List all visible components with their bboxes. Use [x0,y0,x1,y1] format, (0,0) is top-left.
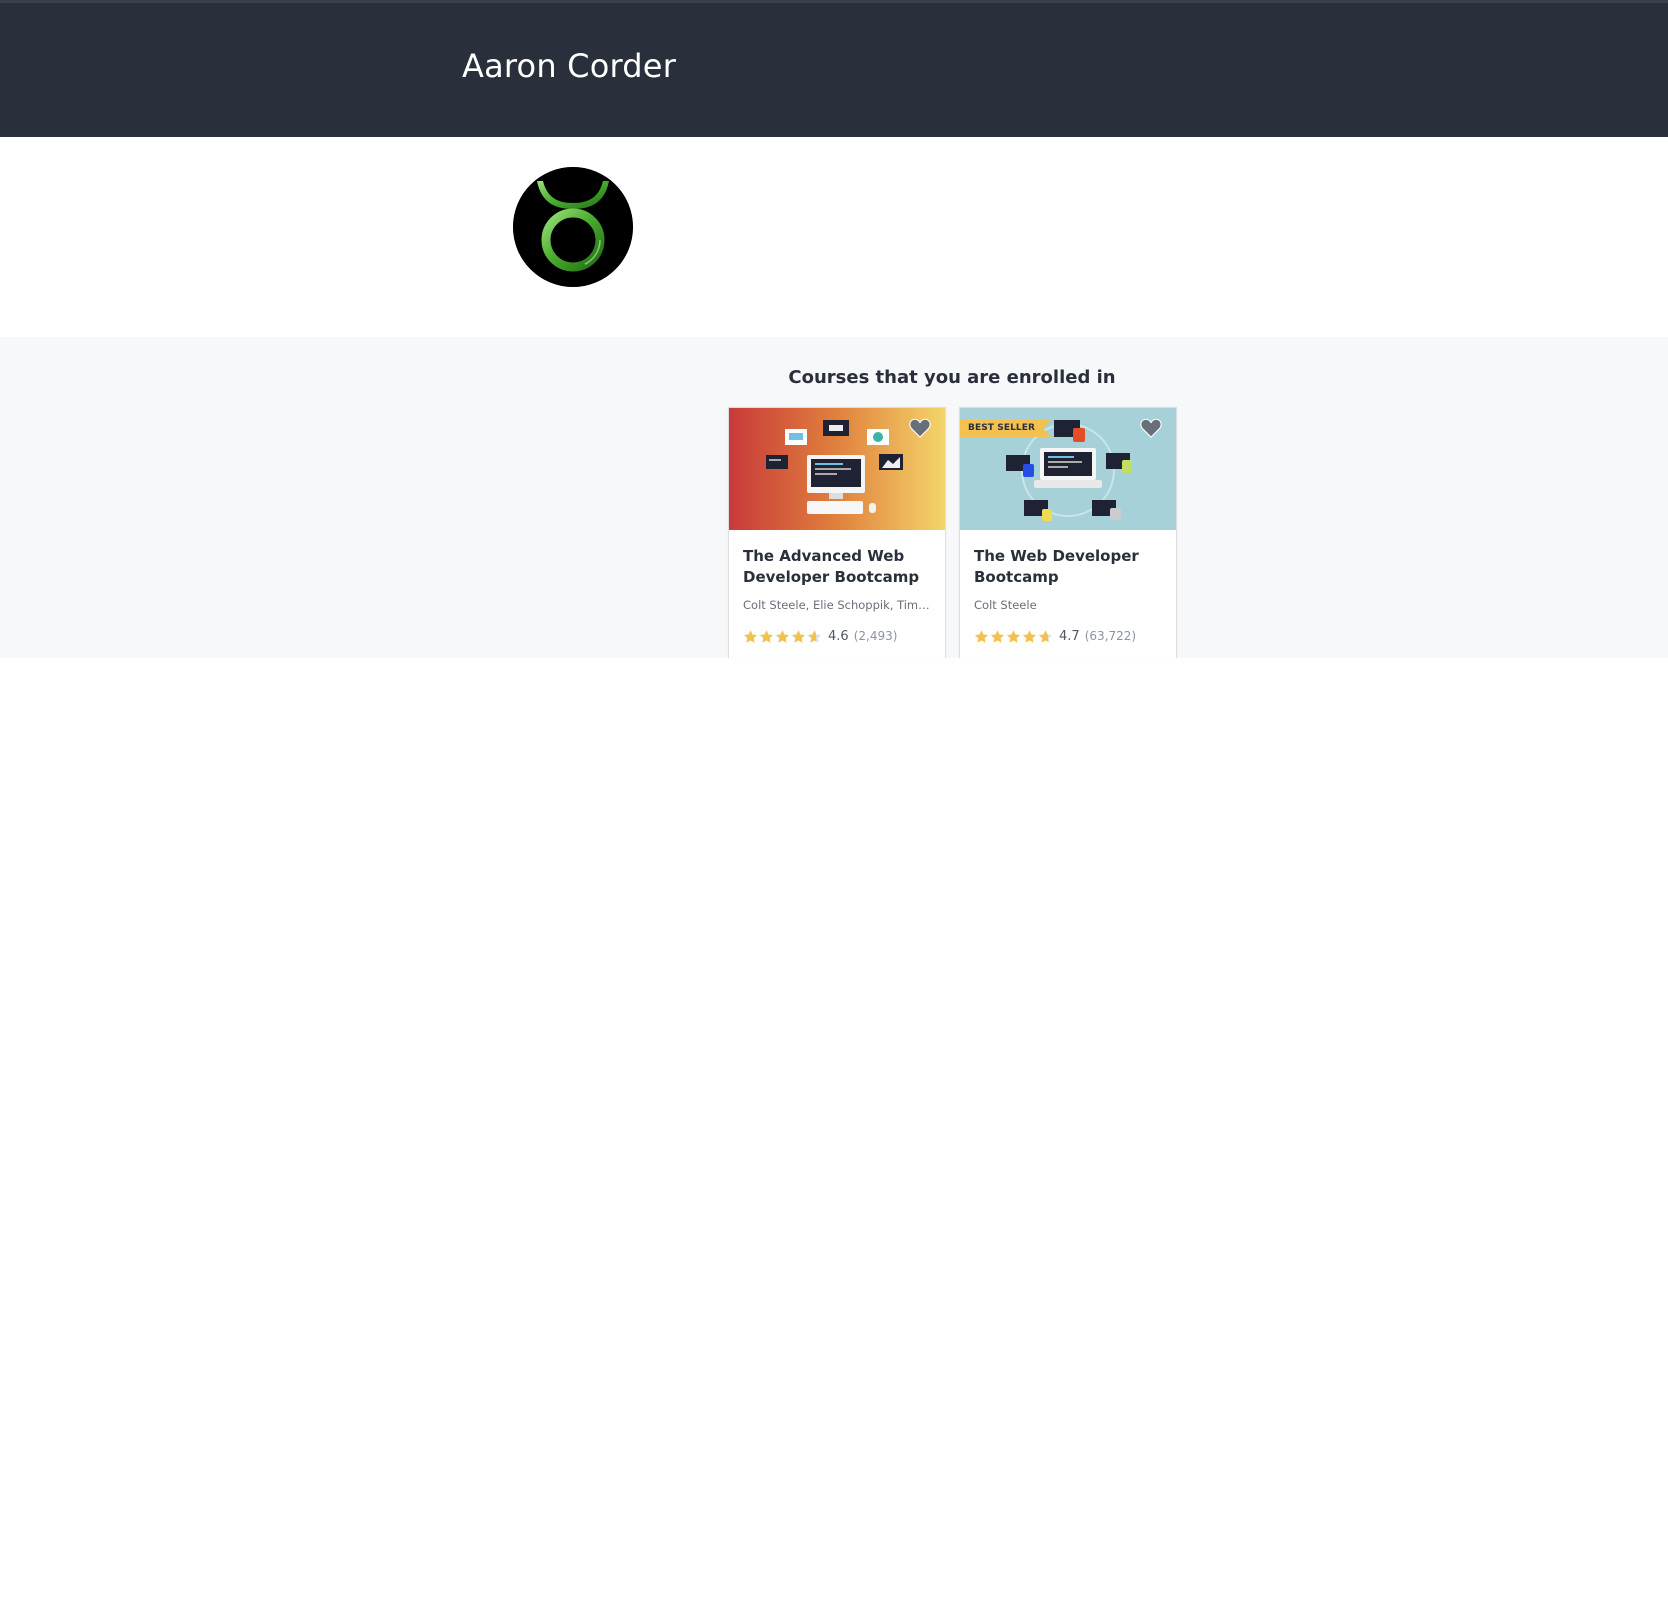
star-rating [974,629,1053,644]
star-icon [807,629,822,643]
enrolled-courses-section: Courses that you are enrolled in The Adv… [0,337,1668,658]
star-rating [743,629,822,644]
profile-header: Aaron Corder [0,0,1668,137]
star-icon [1038,629,1053,643]
course-rating: 4.7 (63,722) [974,628,1136,644]
star-icon [775,629,790,643]
user-name: Aaron Corder [462,47,677,85]
rating-count: (63,722) [1084,629,1137,643]
avatar [513,167,633,287]
course-card[interactable]: BEST SELLER The Web Developer Bootcamp C… [959,407,1177,658]
best-seller-badge: BEST SELLER [960,420,1051,437]
heart-icon[interactable] [1140,418,1162,438]
course-authors: Colt Steele [974,598,1037,612]
star-icon [759,629,774,643]
taurus-symbol-icon [513,167,633,287]
course-card[interactable]: The Advanced Web Developer Bootcamp Colt… [728,407,946,658]
star-icon [791,629,806,643]
star-icon [990,629,1005,643]
course-authors: Colt Steele, Elie Schoppik, Tim Garcia [743,598,933,612]
star-icon [1006,629,1021,643]
heart-icon[interactable] [909,418,931,438]
star-icon [974,629,989,643]
course-title[interactable]: The Web Developer Bootcamp [974,546,1164,588]
rating-value: 4.6 [828,628,849,644]
course-title[interactable]: The Advanced Web Developer Bootcamp [743,546,933,588]
star-icon [743,629,758,643]
rating-value: 4.7 [1059,628,1080,644]
star-icon [1022,629,1037,643]
rating-count: (2,493) [853,629,898,643]
courses-heading: Courses that you are enrolled in [788,367,1116,388]
course-rating: 4.6 (2,493) [743,628,897,644]
